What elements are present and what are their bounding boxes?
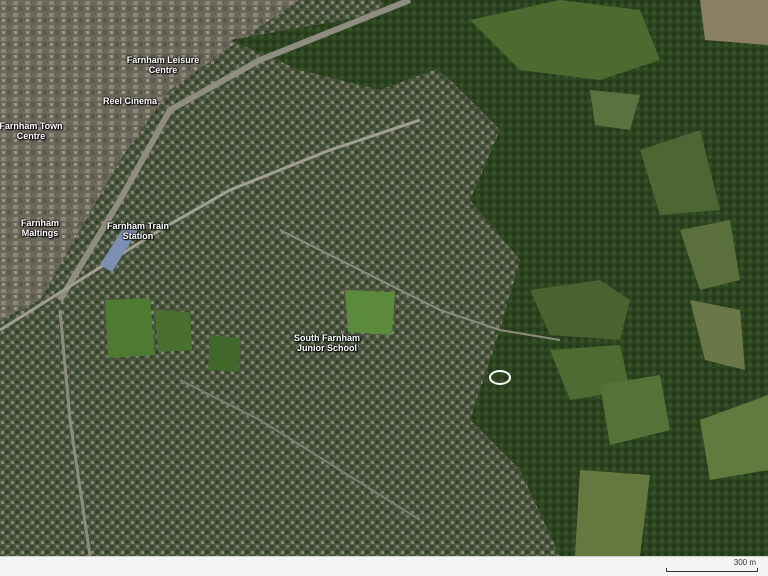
playing-field [208,335,240,372]
label-reel-cinema: Reel Cinema [102,96,158,106]
label-farnham-train-station: Farnham Train Station [106,221,169,241]
field [700,0,768,45]
playing-field [155,310,192,352]
satellite-imagery [0,0,768,556]
label-farnham-maltings: Farnham Maltings [20,218,59,238]
playing-field [105,298,155,358]
label-south-farnham-junior-school: South Farnham Junior School [293,333,360,353]
label-farnham-leisure-centre: Farnham Leisure Centre [126,55,200,75]
school-playing-field [345,290,395,335]
label-farnham-town-centre: Farnham Town Centre [0,121,63,141]
scale-bar-icon [666,568,758,572]
satellite-map[interactable]: Farnham Leisure Centre Reel Cinema Farnh… [0,0,768,576]
location-marker-icon[interactable] [489,370,511,385]
scale-label: 300 m [733,558,756,567]
field [575,470,650,556]
map-footer: 300 m [0,556,768,576]
